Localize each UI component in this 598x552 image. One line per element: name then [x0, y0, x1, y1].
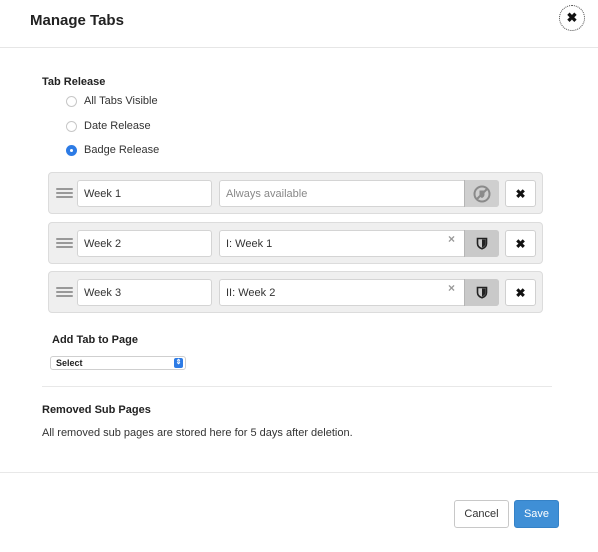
drag-handle-icon[interactable]: [56, 238, 73, 248]
clear-icon[interactable]: ×: [448, 281, 455, 295]
close-icon: ✖: [515, 236, 526, 251]
badge-button[interactable]: [464, 230, 499, 257]
clear-icon[interactable]: ×: [448, 232, 455, 246]
release-condition-field[interactable]: Always available: [219, 180, 499, 207]
footer-divider: [0, 472, 598, 473]
radio-button[interactable]: [66, 95, 77, 107]
drag-handle-icon[interactable]: [56, 287, 73, 297]
radio-label: Date Release: [84, 120, 151, 132]
no-badge-icon: [473, 185, 491, 202]
save-button[interactable]: Save: [514, 500, 559, 528]
close-icon: ✖: [566, 10, 578, 25]
dialog-header: Manage Tabs ✖: [0, 0, 598, 48]
add-tab-select[interactable]: Select ⇕: [50, 356, 186, 370]
tab-row-week-3: Week 3 II: Week 2 × ✖: [48, 271, 543, 313]
dialog-title: Manage Tabs: [30, 12, 124, 29]
radio-label: All Tabs Visible: [84, 95, 158, 107]
select-value: Select: [56, 358, 83, 368]
radio-all-tabs-visible[interactable]: All Tabs Visible: [66, 95, 158, 107]
radio-button[interactable]: [66, 120, 77, 132]
drag-handle-icon[interactable]: [56, 188, 73, 198]
tab-name-input[interactable]: Week 2: [77, 230, 212, 257]
tab-release-heading: Tab Release: [42, 76, 106, 88]
shield-icon: [476, 286, 488, 299]
cancel-button[interactable]: Cancel: [454, 500, 509, 528]
remove-tab-button[interactable]: ✖: [505, 230, 536, 257]
radio-label: Badge Release: [84, 144, 160, 156]
close-icon: ✖: [515, 285, 526, 300]
add-tab-heading: Add Tab to Page: [52, 334, 138, 346]
tab-row-week-1: Week 1 Always available ✖: [48, 172, 543, 214]
radio-button-selected[interactable]: [66, 144, 77, 156]
removed-sub-pages-heading: Removed Sub Pages: [42, 404, 151, 416]
section-divider: [42, 386, 552, 387]
remove-tab-button[interactable]: ✖: [505, 279, 536, 306]
radio-badge-release[interactable]: Badge Release: [66, 144, 159, 156]
tab-name-input[interactable]: Week 3: [77, 279, 212, 306]
remove-tab-button[interactable]: ✖: [505, 180, 536, 207]
close-icon: ✖: [515, 186, 526, 201]
tab-row-week-2: Week 2 I: Week 1 × ✖: [48, 222, 543, 264]
removed-sub-pages-description: All removed sub pages are stored here fo…: [42, 427, 353, 439]
release-condition-field[interactable]: I: Week 1: [219, 230, 499, 257]
badge-button[interactable]: [464, 180, 499, 207]
manage-tabs-dialog: Manage Tabs ✖ Tab Release All Tabs Visib…: [0, 0, 598, 552]
shield-icon: [476, 237, 488, 250]
radio-date-release[interactable]: Date Release: [66, 120, 151, 132]
badge-button[interactable]: [464, 279, 499, 306]
release-condition-field[interactable]: II: Week 2: [219, 279, 499, 306]
close-button[interactable]: ✖: [559, 5, 585, 31]
tab-name-input[interactable]: Week 1: [77, 180, 212, 207]
select-caret-icon: ⇕: [174, 358, 183, 368]
